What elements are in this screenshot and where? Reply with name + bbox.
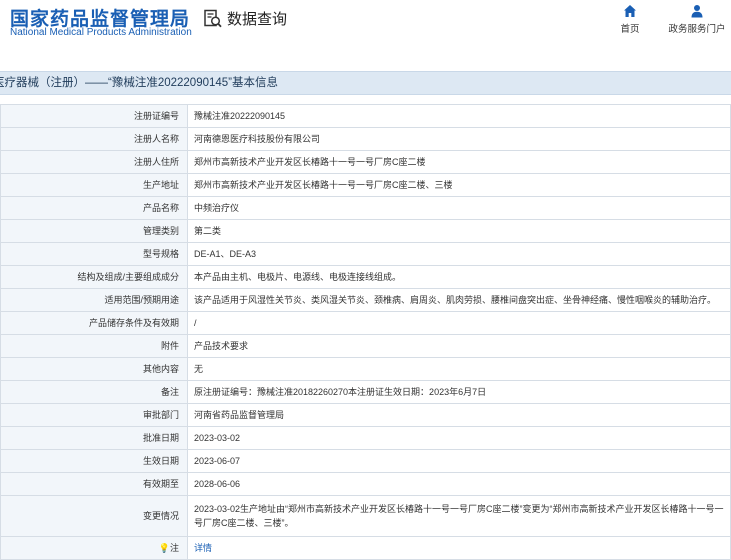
row-label: 产品储存条件及有效期 xyxy=(0,311,188,335)
row-value: 原注册证编号：豫械注准20182260270本注册证生效日期：2023年6月7日 xyxy=(187,380,731,404)
row-label: 变更情况 xyxy=(0,495,188,537)
detail-table: 注册证编号 豫械注准20222090145 注册人名称 河南德恩医疗科技股份有限公司… xyxy=(0,104,731,560)
row-value: DE-A1、DE-A3 xyxy=(187,242,731,266)
table-row: 结构及组成/主要组成成分 本产品由主机、电极片、电源线、电极连接线组成。 xyxy=(0,265,731,289)
table-row: 批准日期 2023-03-02 xyxy=(0,426,731,450)
row-label: 生效日期 xyxy=(0,449,188,473)
row-value: 2023-06-07 xyxy=(187,449,731,473)
table-row-note: 💡注 详情 xyxy=(0,536,731,560)
section-title: 数据查询 xyxy=(227,11,288,28)
row-value: 2023-03-02 xyxy=(187,426,731,450)
row-value: 本产品由主机、电极片、电源线、电极连接线组成。 xyxy=(187,265,731,289)
row-label: 批准日期 xyxy=(0,426,188,450)
table-row: 生产地址 郑州市高新技术产业开发区长椿路十一号一号厂房C座二楼、三楼 xyxy=(0,173,731,197)
record-title: 医疗器械（注册）——“豫械注准20222090145”基本信息 xyxy=(0,77,279,89)
row-value: 豫械注准20222090145 xyxy=(187,104,731,128)
row-label: 注册人名称 xyxy=(0,127,188,151)
row-value: 第二类 xyxy=(187,219,731,243)
nav-service-portal-label: 政务服务门户 xyxy=(668,24,726,35)
table-row: 其他内容无 xyxy=(0,357,731,381)
row-value: 2028-06-06 xyxy=(187,472,731,496)
home-icon xyxy=(595,4,665,18)
table-row: 型号规格 DE-A1、DE-A3 xyxy=(0,242,731,266)
row-value: 郑州市高新技术产业开发区长椿路十一号一号厂房C座二楼 xyxy=(187,150,731,174)
table-row: 注册证编号 豫械注准20222090145 xyxy=(0,104,731,128)
row-value: 该产品适用于风湿性关节炎、类风湿关节炎、颈椎病、肩周炎、肌肉劳损、腰椎间盘突出症… xyxy=(187,288,731,312)
row-label: 生产地址 xyxy=(0,173,188,197)
lamp-icon: 💡 xyxy=(158,543,170,553)
section-heading: 数据查询 xyxy=(203,8,287,29)
table-row: 附件 产品技术要求 xyxy=(0,334,731,358)
row-label: 审批部门 xyxy=(0,403,188,427)
nav-home-label: 首页 xyxy=(620,24,640,35)
site-logo-subtitle: National Medical Products Administration xyxy=(10,27,192,38)
row-label: 型号规格 xyxy=(0,242,188,266)
row-label: 备注 xyxy=(0,380,188,404)
row-value: 中频治疗仪 xyxy=(187,196,731,220)
record-title-bar: 医疗器械（注册）——“豫械注准20222090145”基本信息 xyxy=(0,71,731,95)
row-label: 管理类别 xyxy=(0,219,188,243)
note-value-cell: 详情 xyxy=(187,536,731,560)
table-row: 产品名称 中频治疗仪 xyxy=(0,196,731,220)
row-label: 结构及组成/主要组成成分 xyxy=(0,265,188,289)
row-value: 郑州市高新技术产业开发区长椿路十一号一号厂房C座二楼、三楼 xyxy=(187,173,731,197)
row-label: 附件 xyxy=(0,334,188,358)
site-header: 国家药品监督管理局 National Medical Products Admi… xyxy=(0,0,731,56)
row-value: 河南省药品监督管理局 xyxy=(187,403,731,427)
row-label: 注册人住所 xyxy=(0,150,188,174)
table-row: 产品储存条件及有效期 / xyxy=(0,311,731,335)
note-label: 注 xyxy=(169,543,179,553)
details-link[interactable]: 详情 xyxy=(194,543,212,553)
table-row: 生效日期 2023-06-07 xyxy=(0,449,731,473)
note-label-cell: 💡注 xyxy=(0,536,188,560)
row-label: 有效期至 xyxy=(0,472,188,496)
row-value: 河南德恩医疗科技股份有限公司 xyxy=(187,127,731,151)
table-row: 备注 原注册证编号：豫械注准20182260270本注册证生效日期：2023年6月… xyxy=(0,380,731,404)
table-row: 注册人住所 郑州市高新技术产业开发区长椿路十一号一号厂房C座二楼 xyxy=(0,150,731,174)
user-icon xyxy=(662,4,731,18)
document-search-icon xyxy=(203,9,223,29)
nav-service-portal[interactable]: 政务服务门户 xyxy=(662,4,731,35)
nav-home[interactable]: 首页 xyxy=(595,4,665,35)
row-label: 其他内容 xyxy=(0,357,188,381)
row-value: 产品技术要求 xyxy=(187,334,731,358)
table-row: 有效期至 2028-06-06 xyxy=(0,472,731,496)
table-row: 适用范围/预期用途 该产品适用于风湿性关节炎、类风湿关节炎、颈椎病、肩周炎、肌肉劳… xyxy=(0,288,731,312)
table-row: 变更情况 2023-03-02生产地址由“郑州市高新技术产业开发区长椿路十一号一号… xyxy=(0,495,731,537)
row-value: 2023-03-02生产地址由“郑州市高新技术产业开发区长椿路十一号一号厂房C座… xyxy=(187,495,731,537)
row-value: / xyxy=(187,311,731,335)
row-value: 无 xyxy=(187,357,731,381)
row-label: 适用范围/预期用途 xyxy=(0,288,188,312)
table-row: 注册人名称 河南德恩医疗科技股份有限公司 xyxy=(0,127,731,151)
table-row: 审批部门 河南省药品监督管理局 xyxy=(0,403,731,427)
row-label: 注册证编号 xyxy=(0,104,188,128)
table-row: 管理类别 第二类 xyxy=(0,219,731,243)
row-label: 产品名称 xyxy=(0,196,188,220)
